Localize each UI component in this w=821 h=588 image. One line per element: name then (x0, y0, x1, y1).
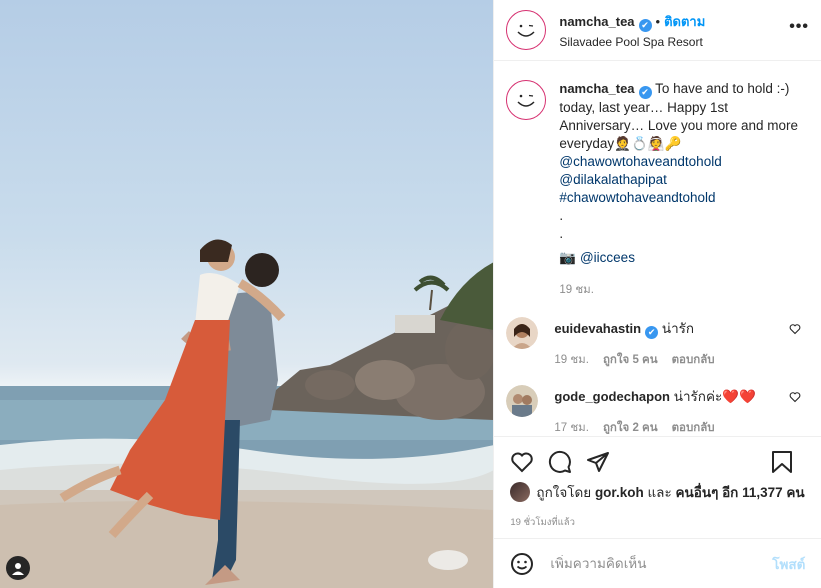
camera-icon: 📷 (559, 250, 577, 265)
like-heart-icon[interactable] (510, 450, 534, 474)
comment-likes[interactable]: ถูกใจ 5 คน (603, 354, 658, 366)
like-comment-heart-icon[interactable] (789, 391, 801, 403)
more-options-icon[interactable]: ••• (789, 18, 809, 36)
commenter-avatar[interactable] (506, 317, 539, 349)
commenter-username[interactable]: gode_godechapon (554, 389, 670, 404)
caption-username[interactable]: namcha_tea (559, 81, 634, 96)
post-photo[interactable] (0, 0, 494, 588)
reply-button[interactable]: ตอบกลับ (672, 422, 715, 434)
verified-badge-icon: ✔ (638, 19, 652, 32)
likes-prefix: ถูกใจโดย (536, 485, 592, 500)
likes-summary: ถูกใจโดย gor.koh และ คนอื่นๆ อีก 11,377 … (494, 477, 821, 503)
comment-item: gode_godechapon น่ารักค่ะ❤️❤️ 17 ชม. ถูกใ… (494, 385, 821, 434)
emoji-icon[interactable] (510, 552, 534, 576)
likes-middle: และ (647, 485, 672, 500)
post-comment-button[interactable]: โพสต์ (772, 553, 805, 575)
credit-mention-link[interactable]: @iiccees (580, 250, 635, 265)
verified-badge-icon: ✔ (645, 326, 659, 339)
smiley-icon (517, 94, 535, 107)
liker-avatar[interactable] (510, 482, 531, 502)
separator-dot: • (655, 14, 661, 29)
like-comment-heart-icon[interactable] (789, 323, 801, 335)
caption-time[interactable]: 19 ชม. (559, 281, 804, 299)
post-timestamp[interactable]: 19 ชั่วโมงที่แล้ว (494, 503, 821, 530)
follow-button[interactable]: ติดตาม (664, 14, 705, 29)
commenter-avatar[interactable] (506, 385, 539, 417)
instagram-post-view: namcha_tea ✔ • ติดตาม Silavadee Pool Spa Re… (0, 0, 821, 588)
comment-icon[interactable] (548, 450, 572, 474)
comment-text: น่ารัก (661, 321, 695, 336)
author-username[interactable]: namcha_tea (559, 14, 634, 29)
commenter-username[interactable]: euidevahastin (554, 321, 641, 336)
caption-block: namcha_tea ✔ To have and to hold :-) toda… (494, 62, 821, 299)
post-location[interactable]: Silavadee Pool Spa Resort (559, 35, 705, 49)
caption-dot: . (559, 226, 564, 241)
post-header: namcha_tea ✔ • ติดตาม Silavadee Pool Spa Re… (494, 0, 821, 61)
comment-likes[interactable]: ถูกใจ 2 คน (603, 422, 658, 434)
comment-input[interactable] (548, 555, 753, 572)
comments-scroll-area[interactable]: namcha_tea ✔ To have and to hold :-) toda… (494, 62, 821, 434)
comment-text: น่ารักค่ะ❤️❤️ (673, 389, 756, 404)
caption-avatar[interactable] (506, 80, 547, 120)
post-actions: ถูกใจโดย gor.koh และ คนอื่นๆ อีก 11,377 … (494, 436, 821, 530)
beach-scene (0, 239, 494, 588)
author-avatar[interactable] (506, 10, 547, 50)
user-tag-icon[interactable] (6, 556, 30, 580)
reply-button[interactable]: ตอบกลับ (672, 354, 715, 366)
hashtag-link[interactable]: #chawowtohaveandtohold (559, 189, 804, 207)
caption-dot: . (559, 208, 564, 223)
add-comment-bar: โพสต์ (494, 538, 821, 588)
comment-time[interactable]: 19 ชม. (554, 354, 589, 366)
likes-others-link[interactable]: คนอื่นๆ อีก 11,377 คน (675, 481, 804, 503)
liker-username[interactable]: gor.koh (595, 485, 644, 500)
mention-link[interactable]: @dilakalathapipat (559, 171, 804, 189)
smiley-icon (517, 24, 535, 37)
mention-link[interactable]: @chawowtohaveandtohold (559, 153, 804, 171)
comment-time[interactable]: 17 ชม. (554, 422, 589, 434)
verified-badge-icon: ✔ (638, 86, 652, 99)
post-side-panel: namcha_tea ✔ • ติดตาม Silavadee Pool Spa Re… (493, 0, 821, 588)
bookmark-icon[interactable] (771, 450, 793, 474)
comment-item: euidevahastin ✔ น่ารัก 19 ชม. ถูกใจ 5 คน ตอ… (494, 317, 821, 369)
share-icon[interactable] (586, 450, 610, 474)
